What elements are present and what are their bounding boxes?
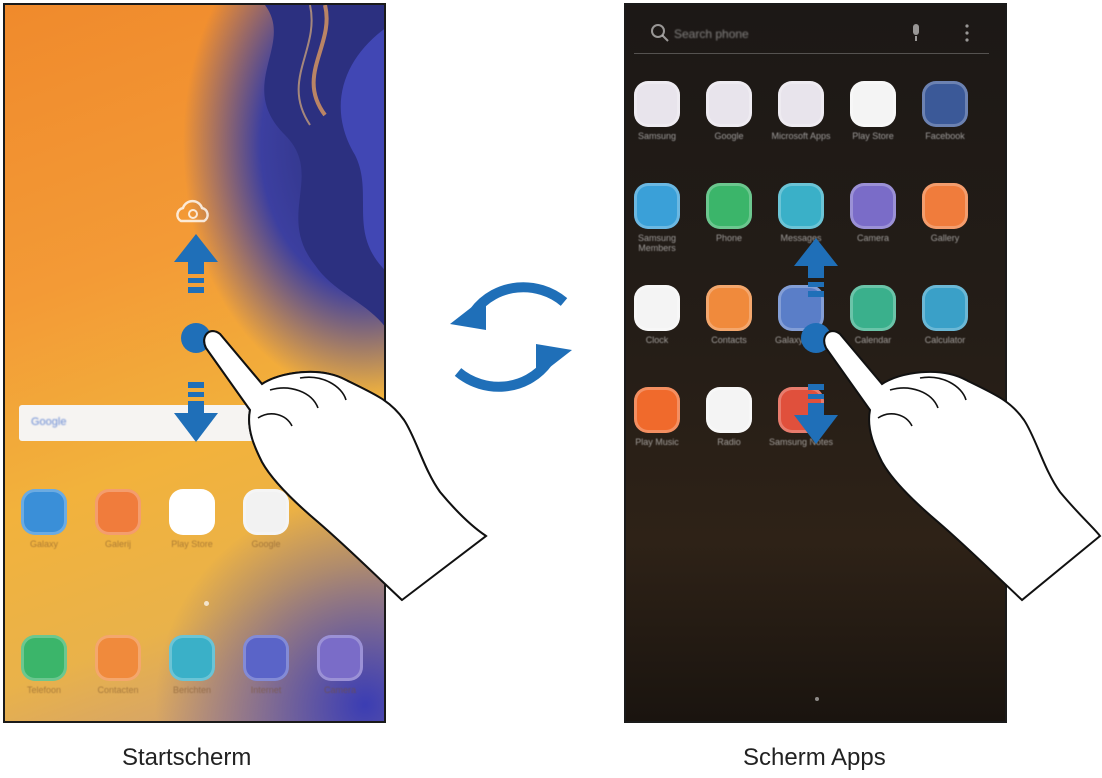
app-label: Internet — [250, 685, 282, 695]
app-label: Contacten — [97, 685, 139, 695]
page-indicator — [815, 697, 819, 701]
messages-icon[interactable] — [169, 635, 215, 681]
internet-icon[interactable] — [243, 635, 289, 681]
app-label: Telefoon — [26, 685, 62, 695]
swipe-up-arrow-icon — [794, 238, 838, 297]
swipe-gesture-apps — [794, 238, 1102, 602]
phone-icon[interactable] — [21, 635, 67, 681]
home-screen-caption: Startscherm — [122, 744, 252, 771]
swipe-down-arrow-icon — [794, 384, 838, 444]
app-label: Berichten — [172, 685, 212, 695]
contacts-icon[interactable] — [95, 635, 141, 681]
swipe-gesture-home — [174, 234, 488, 602]
apps-screen-caption: Scherm Apps — [743, 744, 886, 771]
app-label: Camera — [323, 685, 356, 695]
hand-icon — [823, 330, 1102, 602]
swipe-up-arrow-icon — [174, 234, 218, 293]
camera-icon[interactable] — [317, 635, 363, 681]
switch-arrows-icon — [450, 282, 572, 392]
swipe-down-arrow-icon — [174, 382, 218, 442]
